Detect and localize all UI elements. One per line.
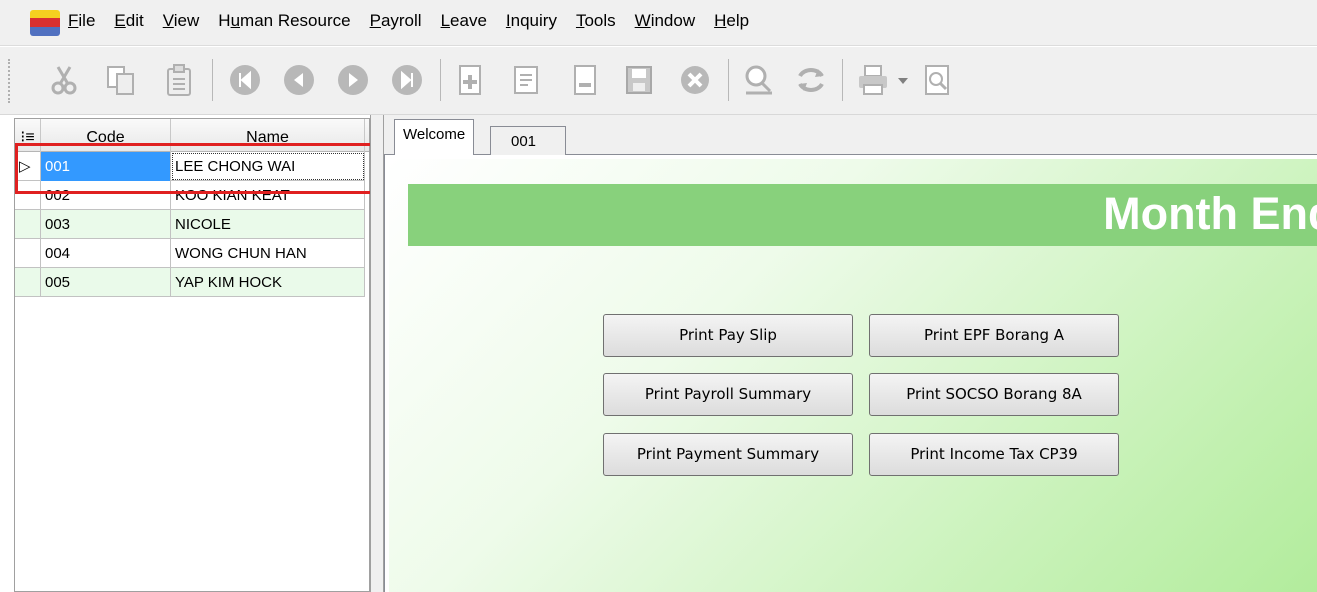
- row-indicator: [15, 239, 41, 268]
- row-indicator: [15, 210, 41, 239]
- menu-file[interactable]: File: [68, 11, 95, 31]
- menu-edit[interactable]: Edit: [114, 11, 143, 31]
- tab-welcome[interactable]: Welcome: [394, 119, 474, 156]
- menu-view[interactable]: View: [163, 11, 200, 31]
- print-preview-icon[interactable]: [918, 59, 956, 101]
- tab-001[interactable]: 001: [490, 126, 566, 155]
- welcome-panel: Month End (( Print Pay Slip Print EPF Bo…: [384, 155, 1317, 592]
- table-row[interactable]: 003 NICOLE: [15, 210, 365, 239]
- print-payment-summary-button[interactable]: Print Payment Summary: [603, 433, 853, 476]
- toolbar-separator: [212, 59, 213, 101]
- toolbar-separator: [440, 59, 441, 101]
- copy-icon[interactable]: [102, 59, 140, 101]
- print-income-tax-cp39-button[interactable]: Print Income Tax CP39: [869, 433, 1119, 476]
- month-end-banner: Month End ((: [408, 184, 1317, 246]
- print-pay-slip-button[interactable]: Print Pay Slip: [603, 314, 853, 357]
- table-row[interactable]: 005 YAP KIM HOCK: [15, 268, 365, 297]
- cell-name[interactable]: YAP KIM HOCK: [171, 268, 365, 297]
- cell-code[interactable]: 005: [41, 268, 171, 297]
- print-epf-borang-a-button[interactable]: Print EPF Borang A: [869, 314, 1119, 357]
- menu-tools[interactable]: Tools: [576, 11, 616, 31]
- month-end-panel: Month End (( Print Pay Slip Print EPF Bo…: [389, 159, 1317, 592]
- refresh-icon[interactable]: [792, 59, 830, 101]
- menu-human-resource[interactable]: Human Resource: [218, 11, 350, 31]
- find-icon[interactable]: [740, 59, 778, 101]
- menu-window[interactable]: Window: [635, 11, 695, 31]
- menu-bar: File Edit View Human Resource Payroll Le…: [0, 0, 1317, 46]
- selection-highlight-box: [15, 143, 375, 194]
- previous-record-icon[interactable]: [280, 59, 318, 101]
- cell-code[interactable]: 003: [41, 210, 171, 239]
- first-record-icon[interactable]: [226, 59, 264, 101]
- app-icon[interactable]: [30, 10, 60, 36]
- menu-inquiry[interactable]: Inquiry: [506, 11, 557, 31]
- last-record-icon[interactable]: [388, 59, 426, 101]
- row-indicator: [15, 268, 41, 297]
- new-icon[interactable]: [452, 59, 490, 101]
- toolbar-separator: [728, 59, 729, 101]
- table-row[interactable]: 004 WONG CHUN HAN: [15, 239, 365, 268]
- menu-payroll[interactable]: Payroll: [370, 11, 422, 31]
- print-dropdown-icon[interactable]: [894, 59, 912, 101]
- cell-name[interactable]: WONG CHUN HAN: [171, 239, 365, 268]
- toolbar-separator: [842, 59, 843, 101]
- edit-icon[interactable]: [508, 59, 546, 101]
- save-icon[interactable]: [620, 59, 658, 101]
- tab-bar: Welcome 001: [384, 115, 1317, 156]
- print-icon[interactable]: [854, 59, 892, 101]
- delete-icon[interactable]: [566, 59, 604, 101]
- toolbar: [0, 47, 1317, 115]
- cut-icon[interactable]: [46, 59, 84, 101]
- cancel-icon[interactable]: [676, 59, 714, 101]
- panel-splitter[interactable]: [370, 115, 384, 592]
- print-payroll-summary-button[interactable]: Print Payroll Summary: [603, 373, 853, 416]
- paste-icon[interactable]: [160, 59, 198, 101]
- cell-code[interactable]: 004: [41, 239, 171, 268]
- cell-name[interactable]: NICOLE: [171, 210, 365, 239]
- print-socso-borang-8a-button[interactable]: Print SOCSO Borang 8A: [869, 373, 1119, 416]
- menu-leave[interactable]: Leave: [441, 11, 487, 31]
- next-record-icon[interactable]: [334, 59, 372, 101]
- toolbar-grip[interactable]: [8, 59, 12, 103]
- banner-title: Month End ((: [1103, 188, 1317, 239]
- menu-help[interactable]: Help: [714, 11, 749, 31]
